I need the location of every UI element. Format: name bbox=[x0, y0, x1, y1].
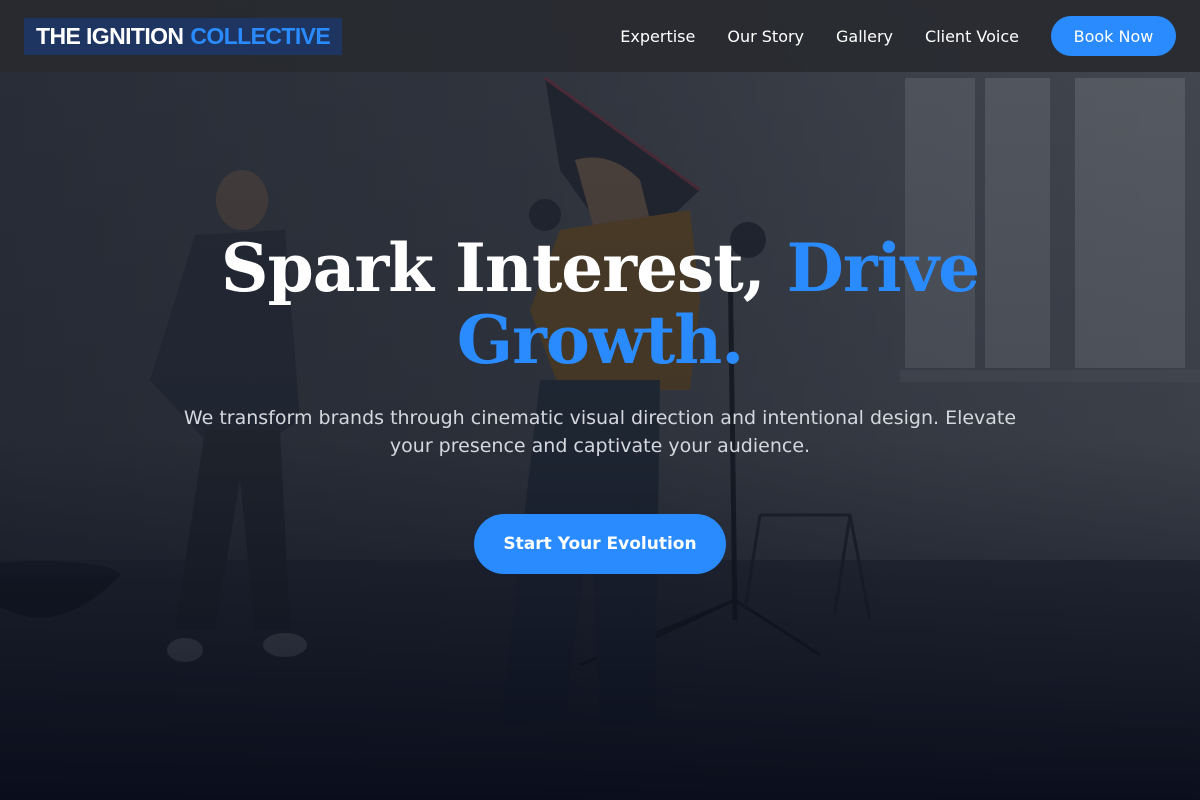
hero-content: Spark Interest, Drive Growth. We transfo… bbox=[0, 232, 1200, 574]
start-evolution-button[interactable]: Start Your Evolution bbox=[474, 514, 726, 574]
book-now-button[interactable]: Book Now bbox=[1051, 16, 1176, 56]
nav-link-gallery[interactable]: Gallery bbox=[836, 27, 893, 46]
site-header: THE IGNITION COLLECTIVE Expertise Our St… bbox=[0, 0, 1200, 72]
hero-headline: Spark Interest, Drive Growth. bbox=[170, 232, 1030, 376]
main-nav: Expertise Our Story Gallery Client Voice… bbox=[620, 16, 1176, 56]
brand-name-primary: THE IGNITION bbox=[36, 22, 184, 49]
nav-link-client-voice[interactable]: Client Voice bbox=[925, 27, 1019, 46]
headline-plain-text: Spark Interest, bbox=[220, 229, 766, 307]
nav-link-our-story[interactable]: Our Story bbox=[727, 27, 804, 46]
brand-logo[interactable]: THE IGNITION COLLECTIVE bbox=[24, 17, 343, 55]
brand-name-accent: COLLECTIVE bbox=[190, 22, 331, 49]
hero-subtitle: We transform brands through cinematic vi… bbox=[183, 407, 1017, 457]
nav-link-expertise[interactable]: Expertise bbox=[620, 27, 695, 46]
